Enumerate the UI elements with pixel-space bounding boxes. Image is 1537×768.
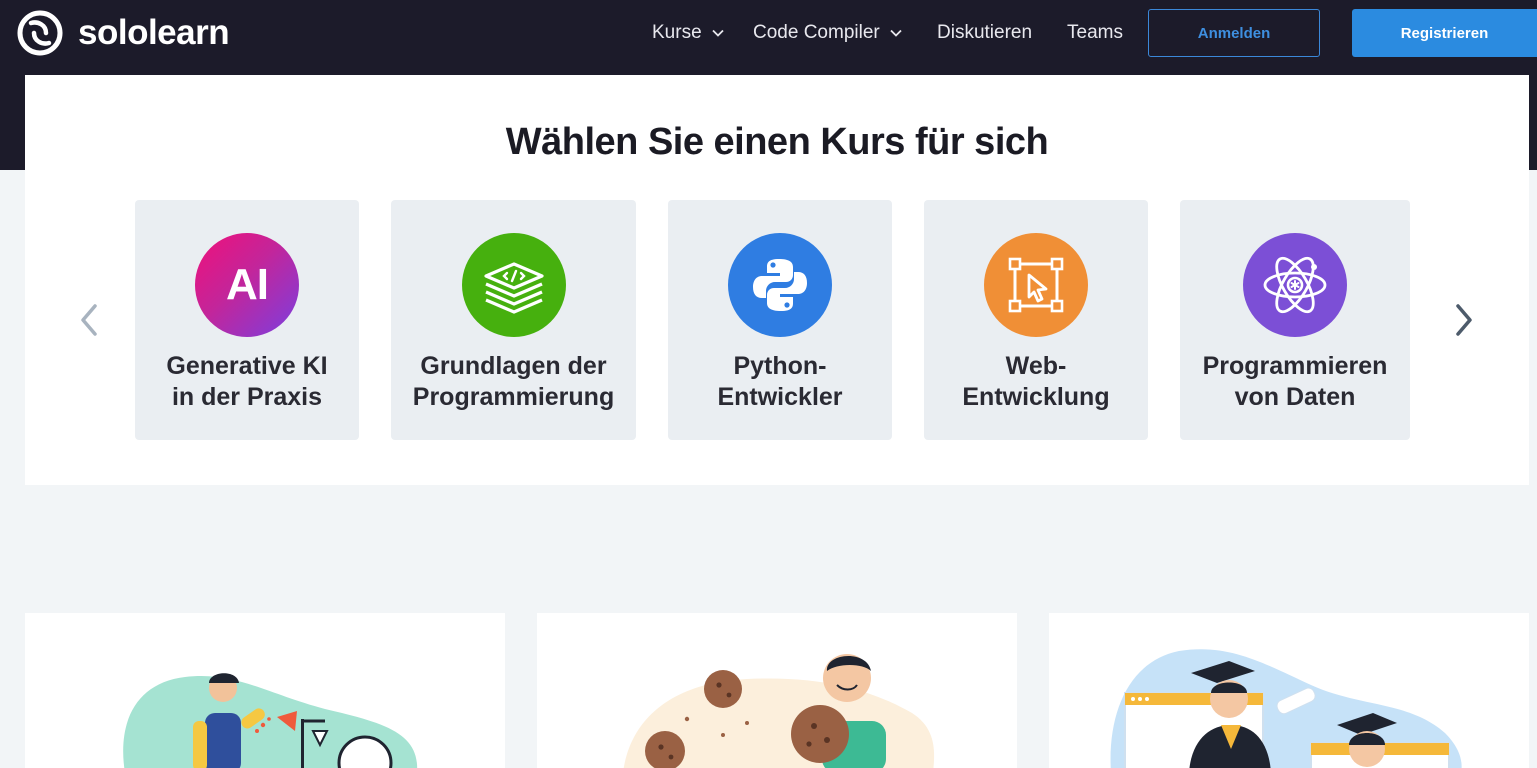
- nav-code-compiler[interactable]: Code Compiler: [753, 20, 903, 46]
- nav-courses[interactable]: Kurse: [652, 20, 725, 46]
- top-nav: sololearn Kurse Code Compiler Diskutiere…: [0, 0, 1537, 66]
- atom-icon: [1243, 233, 1347, 337]
- chevron-down-icon: [890, 29, 902, 37]
- code-layers-icon-svg: [483, 262, 544, 314]
- chevron-down-icon: [712, 29, 724, 37]
- course-card-label-line1: Web-: [1005, 352, 1067, 380]
- course-card-programming-basics[interactable]: Grundlagen der Programmierung: [391, 200, 636, 440]
- course-card-python-developer[interactable]: Python- Entwickler: [668, 200, 892, 440]
- carousel-prev-arrow-icon[interactable]: [75, 300, 103, 340]
- course-card-label-line2: Programmierung: [412, 383, 615, 411]
- course-card-label-line2: Entwickler: [717, 383, 843, 411]
- course-card-label: Programmieren von Daten: [1180, 351, 1410, 413]
- course-card-label-line1: Programmieren: [1202, 352, 1388, 380]
- course-card-label: Grundlagen der Programmierung: [391, 351, 636, 413]
- course-card-label-line2: von Daten: [1234, 383, 1356, 411]
- cursor-select-icon: [984, 233, 1088, 337]
- login-button[interactable]: Anmelden: [1148, 9, 1320, 57]
- course-card-label: Generative KI in der Praxis: [135, 351, 359, 413]
- sololearn-logo-icon: [17, 10, 63, 56]
- graduation-illustration: [1110, 649, 1462, 768]
- course-card-label-line2: in der Praxis: [171, 383, 323, 411]
- nav-teams[interactable]: Teams: [1067, 20, 1123, 46]
- course-card-label-line1: Python-: [733, 352, 827, 380]
- course-selection-panel: Wählen Sie einen Kurs für sich AI Genera…: [25, 75, 1529, 485]
- feature-card-science: [25, 613, 505, 768]
- python-icon: [728, 233, 832, 337]
- course-card-label: Web- Entwicklung: [924, 351, 1148, 413]
- ai-icon: AI: [195, 233, 299, 337]
- register-button[interactable]: Registrieren: [1352, 9, 1537, 57]
- feature-card-cookies: [537, 613, 1017, 768]
- nav-discuss[interactable]: Diskutieren: [937, 20, 1032, 46]
- python-icon-svg: [753, 259, 807, 311]
- course-card-label-line1: Generative KI: [166, 352, 328, 380]
- course-card-label-line2: Entwicklung: [962, 383, 1110, 411]
- ai-icon-text: AI: [226, 260, 269, 309]
- atom-icon-svg: [1263, 256, 1327, 314]
- course-card-web-development[interactable]: Web- Entwicklung: [924, 200, 1148, 440]
- nav-teams-label: Teams: [1067, 22, 1123, 43]
- section-title: Wählen Sie einen Kurs für sich: [505, 121, 1049, 163]
- nav-discuss-label: Diskutieren: [937, 22, 1033, 43]
- course-card-data-programming[interactable]: Programmieren von Daten: [1180, 200, 1410, 440]
- feature-card-graduation: [1049, 613, 1529, 768]
- brand-name: sololearn: [78, 13, 230, 52]
- course-card-label-line1: Grundlagen der: [420, 352, 607, 380]
- cookie-eating-illustration: [623, 654, 935, 768]
- scientist-illustration: [123, 673, 417, 768]
- course-card-label: Python- Entwickler: [668, 351, 892, 413]
- nav-courses-label: Kurse: [652, 22, 702, 43]
- nav-code-compiler-label: Code Compiler: [753, 22, 880, 43]
- course-card-generative-ai[interactable]: AI Generative KI in der Praxis: [135, 200, 359, 440]
- cursor-select-icon-svg: [1008, 257, 1064, 313]
- carousel-next-arrow-icon[interactable]: [1450, 300, 1478, 340]
- sololearn-logo[interactable]: sololearn: [16, 9, 230, 57]
- code-layers-icon: [461, 233, 566, 337]
